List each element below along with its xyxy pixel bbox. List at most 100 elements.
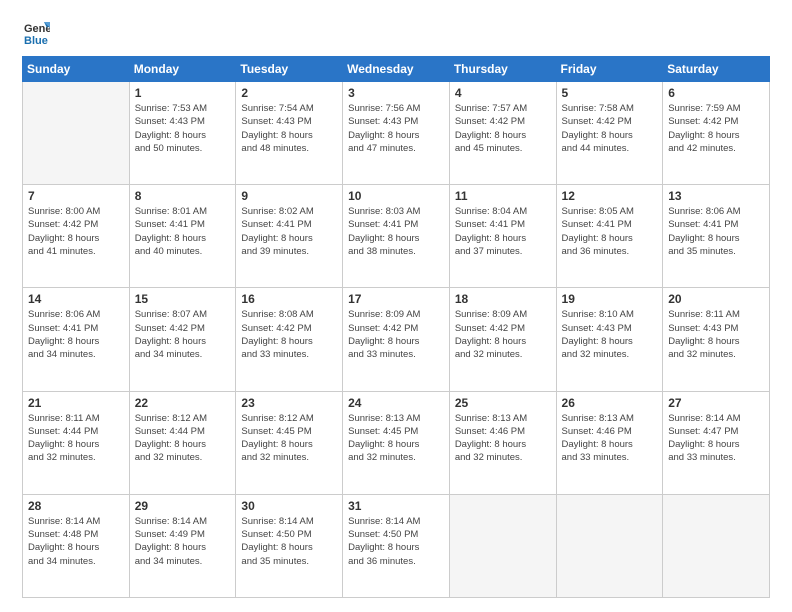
calendar-cell: 15 Sunrise: 8:07 AMSunset: 4:42 PMDayligh… xyxy=(129,288,236,391)
calendar-cell: 1 Sunrise: 7:53 AMSunset: 4:43 PMDaylight… xyxy=(129,82,236,185)
day-info: Sunrise: 8:00 AMSunset: 4:42 PMDaylight:… xyxy=(28,205,124,258)
day-info: Sunrise: 8:13 AMSunset: 4:46 PMDaylight:… xyxy=(455,412,551,465)
calendar-cell: 7 Sunrise: 8:00 AMSunset: 4:42 PMDaylight… xyxy=(23,185,130,288)
day-number: 7 xyxy=(28,189,124,203)
calendar-cell: 20Sunrise: 8:11 AMSunset: 4:43 PMDayligh… xyxy=(663,288,770,391)
day-number: 31 xyxy=(348,499,444,513)
day-info: Sunrise: 8:14 AMSunset: 4:49 PMDaylight:… xyxy=(135,515,231,568)
day-number: 13 xyxy=(668,189,764,203)
day-info: Sunrise: 7:56 AMSunset: 4:43 PMDaylight:… xyxy=(348,102,444,155)
day-number: 15 xyxy=(135,292,231,306)
day-number: 9 xyxy=(241,189,337,203)
day-info: Sunrise: 8:04 AMSunset: 4:41 PMDaylight:… xyxy=(455,205,551,258)
calendar-cell: 2 Sunrise: 7:54 AMSunset: 4:43 PMDaylight… xyxy=(236,82,343,185)
day-info: Sunrise: 8:10 AMSunset: 4:43 PMDaylight:… xyxy=(562,308,658,361)
day-number: 5 xyxy=(562,86,658,100)
day-info: Sunrise: 8:13 AMSunset: 4:46 PMDaylight:… xyxy=(562,412,658,465)
day-number: 21 xyxy=(28,396,124,410)
weekday-header-thursday: Thursday xyxy=(449,57,556,82)
day-number: 11 xyxy=(455,189,551,203)
day-info: Sunrise: 7:58 AMSunset: 4:42 PMDaylight:… xyxy=(562,102,658,155)
calendar-cell: 23Sunrise: 8:12 AMSunset: 4:45 PMDayligh… xyxy=(236,391,343,494)
day-number: 23 xyxy=(241,396,337,410)
calendar-cell: 21 Sunrise: 8:11 AMSunset: 4:44 PMDayligh… xyxy=(23,391,130,494)
day-number: 1 xyxy=(135,86,231,100)
day-number: 26 xyxy=(562,396,658,410)
day-number: 14 xyxy=(28,292,124,306)
day-number: 27 xyxy=(668,396,764,410)
day-info: Sunrise: 7:53 AMSunset: 4:43 PMDaylight:… xyxy=(135,102,231,155)
calendar-cell xyxy=(23,82,130,185)
day-number: 3 xyxy=(348,86,444,100)
day-number: 25 xyxy=(455,396,551,410)
day-number: 19 xyxy=(562,292,658,306)
logo-icon: General Blue xyxy=(22,18,50,46)
day-number: 20 xyxy=(668,292,764,306)
day-info: Sunrise: 8:01 AMSunset: 4:41 PMDaylight:… xyxy=(135,205,231,258)
day-info: Sunrise: 8:07 AMSunset: 4:42 PMDaylight:… xyxy=(135,308,231,361)
weekday-header-monday: Monday xyxy=(129,57,236,82)
day-info: Sunrise: 8:09 AMSunset: 4:42 PMDaylight:… xyxy=(348,308,444,361)
day-number: 12 xyxy=(562,189,658,203)
day-info: Sunrise: 8:11 AMSunset: 4:44 PMDaylight:… xyxy=(28,412,124,465)
calendar-cell: 22Sunrise: 8:12 AMSunset: 4:44 PMDayligh… xyxy=(129,391,236,494)
day-number: 30 xyxy=(241,499,337,513)
calendar-cell xyxy=(663,494,770,597)
day-number: 28 xyxy=(28,499,124,513)
day-info: Sunrise: 8:08 AMSunset: 4:42 PMDaylight:… xyxy=(241,308,337,361)
calendar-cell: 10 Sunrise: 8:03 AMSunset: 4:41 PMDayligh… xyxy=(343,185,450,288)
weekday-header-friday: Friday xyxy=(556,57,663,82)
calendar-page: General Blue SundayMondayTuesdayWednesda… xyxy=(0,0,792,612)
calendar-cell: 8 Sunrise: 8:01 AMSunset: 4:41 PMDaylight… xyxy=(129,185,236,288)
day-info: Sunrise: 8:09 AMSunset: 4:42 PMDaylight:… xyxy=(455,308,551,361)
calendar-cell: 9 Sunrise: 8:02 AMSunset: 4:41 PMDaylight… xyxy=(236,185,343,288)
calendar-cell: 13 Sunrise: 8:06 AMSunset: 4:41 PMDayligh… xyxy=(663,185,770,288)
svg-text:Blue: Blue xyxy=(24,35,48,46)
day-info: Sunrise: 8:06 AMSunset: 4:41 PMDaylight:… xyxy=(668,205,764,258)
day-info: Sunrise: 8:13 AMSunset: 4:45 PMDaylight:… xyxy=(348,412,444,465)
day-number: 2 xyxy=(241,86,337,100)
calendar-cell: 16 Sunrise: 8:08 AMSunset: 4:42 PMDayligh… xyxy=(236,288,343,391)
day-info: Sunrise: 8:05 AMSunset: 4:41 PMDaylight:… xyxy=(562,205,658,258)
day-info: Sunrise: 8:02 AMSunset: 4:41 PMDaylight:… xyxy=(241,205,337,258)
weekday-header-tuesday: Tuesday xyxy=(236,57,343,82)
day-info: Sunrise: 8:06 AMSunset: 4:41 PMDaylight:… xyxy=(28,308,124,361)
calendar-cell: 29Sunrise: 8:14 AMSunset: 4:49 PMDayligh… xyxy=(129,494,236,597)
week-row-3: 14 Sunrise: 8:06 AMSunset: 4:41 PMDayligh… xyxy=(23,288,770,391)
calendar-cell: 26 Sunrise: 8:13 AMSunset: 4:46 PMDayligh… xyxy=(556,391,663,494)
header: General Blue xyxy=(22,18,770,46)
week-row-5: 28 Sunrise: 8:14 AMSunset: 4:48 PMDayligh… xyxy=(23,494,770,597)
day-number: 10 xyxy=(348,189,444,203)
calendar-cell: 24Sunrise: 8:13 AMSunset: 4:45 PMDayligh… xyxy=(343,391,450,494)
week-row-2: 7 Sunrise: 8:00 AMSunset: 4:42 PMDaylight… xyxy=(23,185,770,288)
calendar-cell: 17Sunrise: 8:09 AMSunset: 4:42 PMDayligh… xyxy=(343,288,450,391)
day-info: Sunrise: 7:54 AMSunset: 4:43 PMDaylight:… xyxy=(241,102,337,155)
week-row-4: 21 Sunrise: 8:11 AMSunset: 4:44 PMDayligh… xyxy=(23,391,770,494)
calendar-cell: 3 Sunrise: 7:56 AMSunset: 4:43 PMDaylight… xyxy=(343,82,450,185)
calendar-cell: 19 Sunrise: 8:10 AMSunset: 4:43 PMDayligh… xyxy=(556,288,663,391)
day-number: 4 xyxy=(455,86,551,100)
calendar-cell: 5 Sunrise: 7:58 AMSunset: 4:42 PMDaylight… xyxy=(556,82,663,185)
day-info: Sunrise: 7:57 AMSunset: 4:42 PMDaylight:… xyxy=(455,102,551,155)
weekday-header-sunday: Sunday xyxy=(23,57,130,82)
weekday-row: SundayMondayTuesdayWednesdayThursdayFrid… xyxy=(23,57,770,82)
day-info: Sunrise: 8:14 AMSunset: 4:48 PMDaylight:… xyxy=(28,515,124,568)
day-number: 8 xyxy=(135,189,231,203)
calendar-cell xyxy=(449,494,556,597)
calendar-cell xyxy=(556,494,663,597)
week-row-1: 1 Sunrise: 7:53 AMSunset: 4:43 PMDaylight… xyxy=(23,82,770,185)
day-number: 16 xyxy=(241,292,337,306)
logo: General Blue xyxy=(22,18,54,46)
calendar-cell: 31Sunrise: 8:14 AMSunset: 4:50 PMDayligh… xyxy=(343,494,450,597)
calendar-header: SundayMondayTuesdayWednesdayThursdayFrid… xyxy=(23,57,770,82)
calendar-cell: 28 Sunrise: 8:14 AMSunset: 4:48 PMDayligh… xyxy=(23,494,130,597)
day-info: Sunrise: 7:59 AMSunset: 4:42 PMDaylight:… xyxy=(668,102,764,155)
calendar-body: 1 Sunrise: 7:53 AMSunset: 4:43 PMDaylight… xyxy=(23,82,770,598)
weekday-header-wednesday: Wednesday xyxy=(343,57,450,82)
calendar-cell: 4 Sunrise: 7:57 AMSunset: 4:42 PMDaylight… xyxy=(449,82,556,185)
calendar-cell: 18 Sunrise: 8:09 AMSunset: 4:42 PMDayligh… xyxy=(449,288,556,391)
weekday-header-saturday: Saturday xyxy=(663,57,770,82)
day-number: 18 xyxy=(455,292,551,306)
calendar-cell: 6Sunrise: 7:59 AMSunset: 4:42 PMDaylight… xyxy=(663,82,770,185)
day-info: Sunrise: 8:03 AMSunset: 4:41 PMDaylight:… xyxy=(348,205,444,258)
